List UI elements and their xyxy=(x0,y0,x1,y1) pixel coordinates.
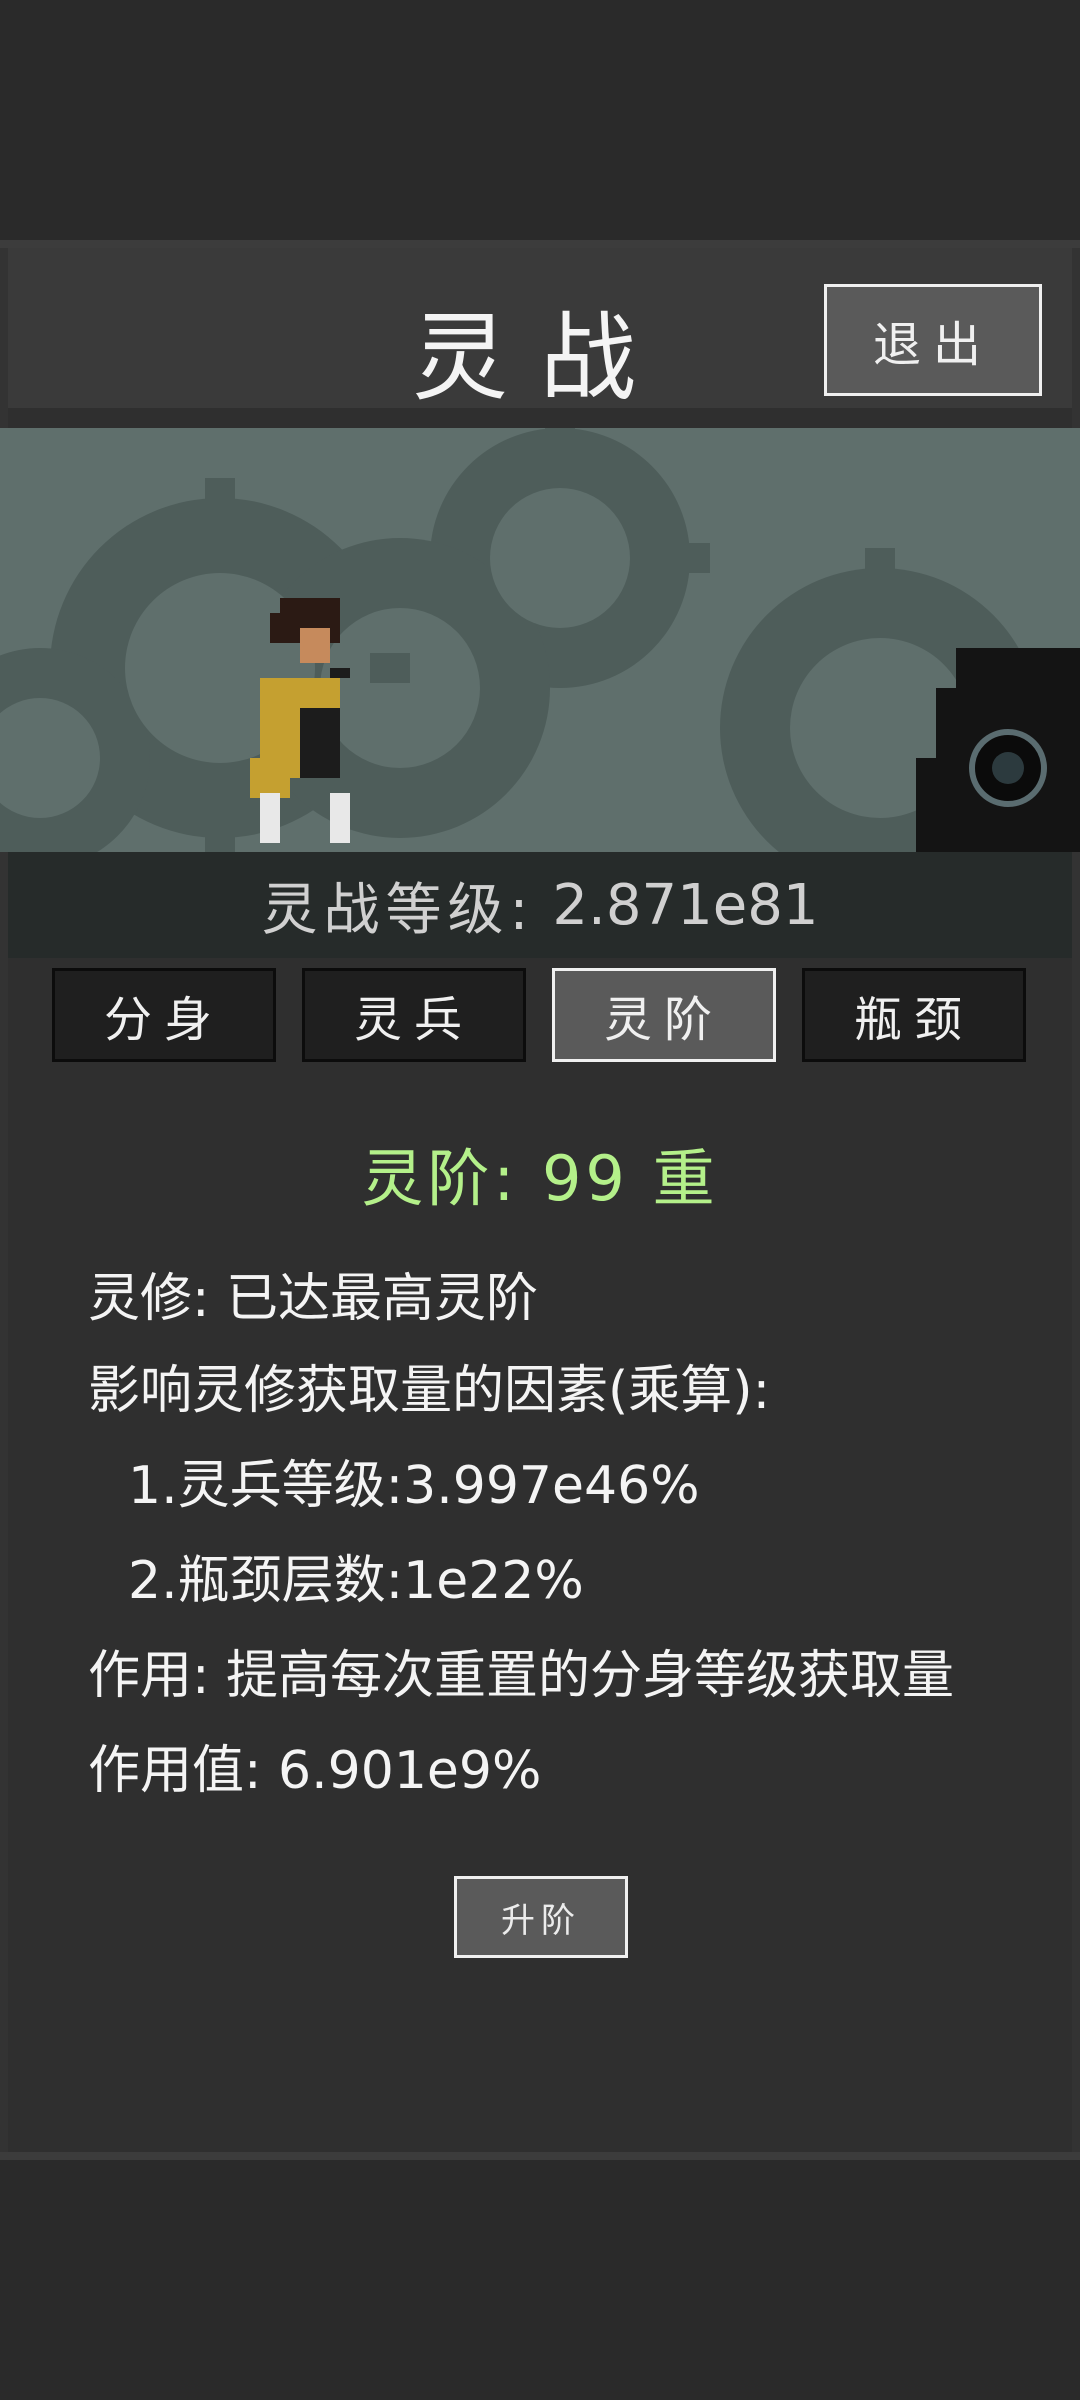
battle-scene xyxy=(0,428,1080,852)
hero-character xyxy=(250,598,350,843)
factor-soldier-level: 1.灵兵等级:3.997e46% xyxy=(128,1456,700,1516)
rank-title-prefix: 灵阶: xyxy=(361,1142,519,1215)
tab-spirit-rank[interactable]: 灵阶 xyxy=(552,968,776,1062)
factor-bottleneck-layers: 2.瓶颈层数:1e22% xyxy=(128,1551,584,1611)
rank-title-value: 99 xyxy=(541,1142,629,1215)
battle-level-value: 2.871e81 xyxy=(552,872,819,938)
header-bar: 灵战 退出 xyxy=(8,248,1072,414)
cultivation-status: 灵修: 已达最高灵阶 xyxy=(88,1269,539,1329)
effect-description: 作用: 提高每次重置的分身等级获取量 xyxy=(88,1646,955,1706)
upgrade-rank-button[interactable]: 升阶 xyxy=(454,1876,628,1958)
exit-button[interactable]: 退出 xyxy=(824,284,1042,396)
tab-clone[interactable]: 分身 xyxy=(52,968,276,1062)
tab-spirit-soldier[interactable]: 灵兵 xyxy=(302,968,526,1062)
enemy-creature xyxy=(916,648,1080,852)
tab-bar: 分身 灵兵 灵阶 瓶颈 xyxy=(52,968,1032,1064)
rank-title-suffix: 重 xyxy=(652,1142,719,1215)
battle-level-bar: 灵战等级: 2.871e81 xyxy=(8,852,1072,958)
effect-value: 作用值: 6.901e9% xyxy=(88,1741,542,1801)
panel-body: 灵战 退出 灵战等级: 2.871e81 分身 灵兵 灵阶 瓶颈 灵阶: 99 … xyxy=(0,248,1080,2152)
rank-title: 灵阶: 99 重 xyxy=(8,1128,1072,1218)
battle-level-label: 灵战等级: xyxy=(261,877,535,943)
factors-title: 影响灵修获取量的因素(乘算): xyxy=(88,1361,771,1421)
battle-panel: 灵战 退出 灵战等级: 2.871e81 分身 灵兵 灵阶 瓶颈 灵阶: 99 … xyxy=(0,240,1080,2160)
tab-bottleneck[interactable]: 瓶颈 xyxy=(802,968,1026,1062)
